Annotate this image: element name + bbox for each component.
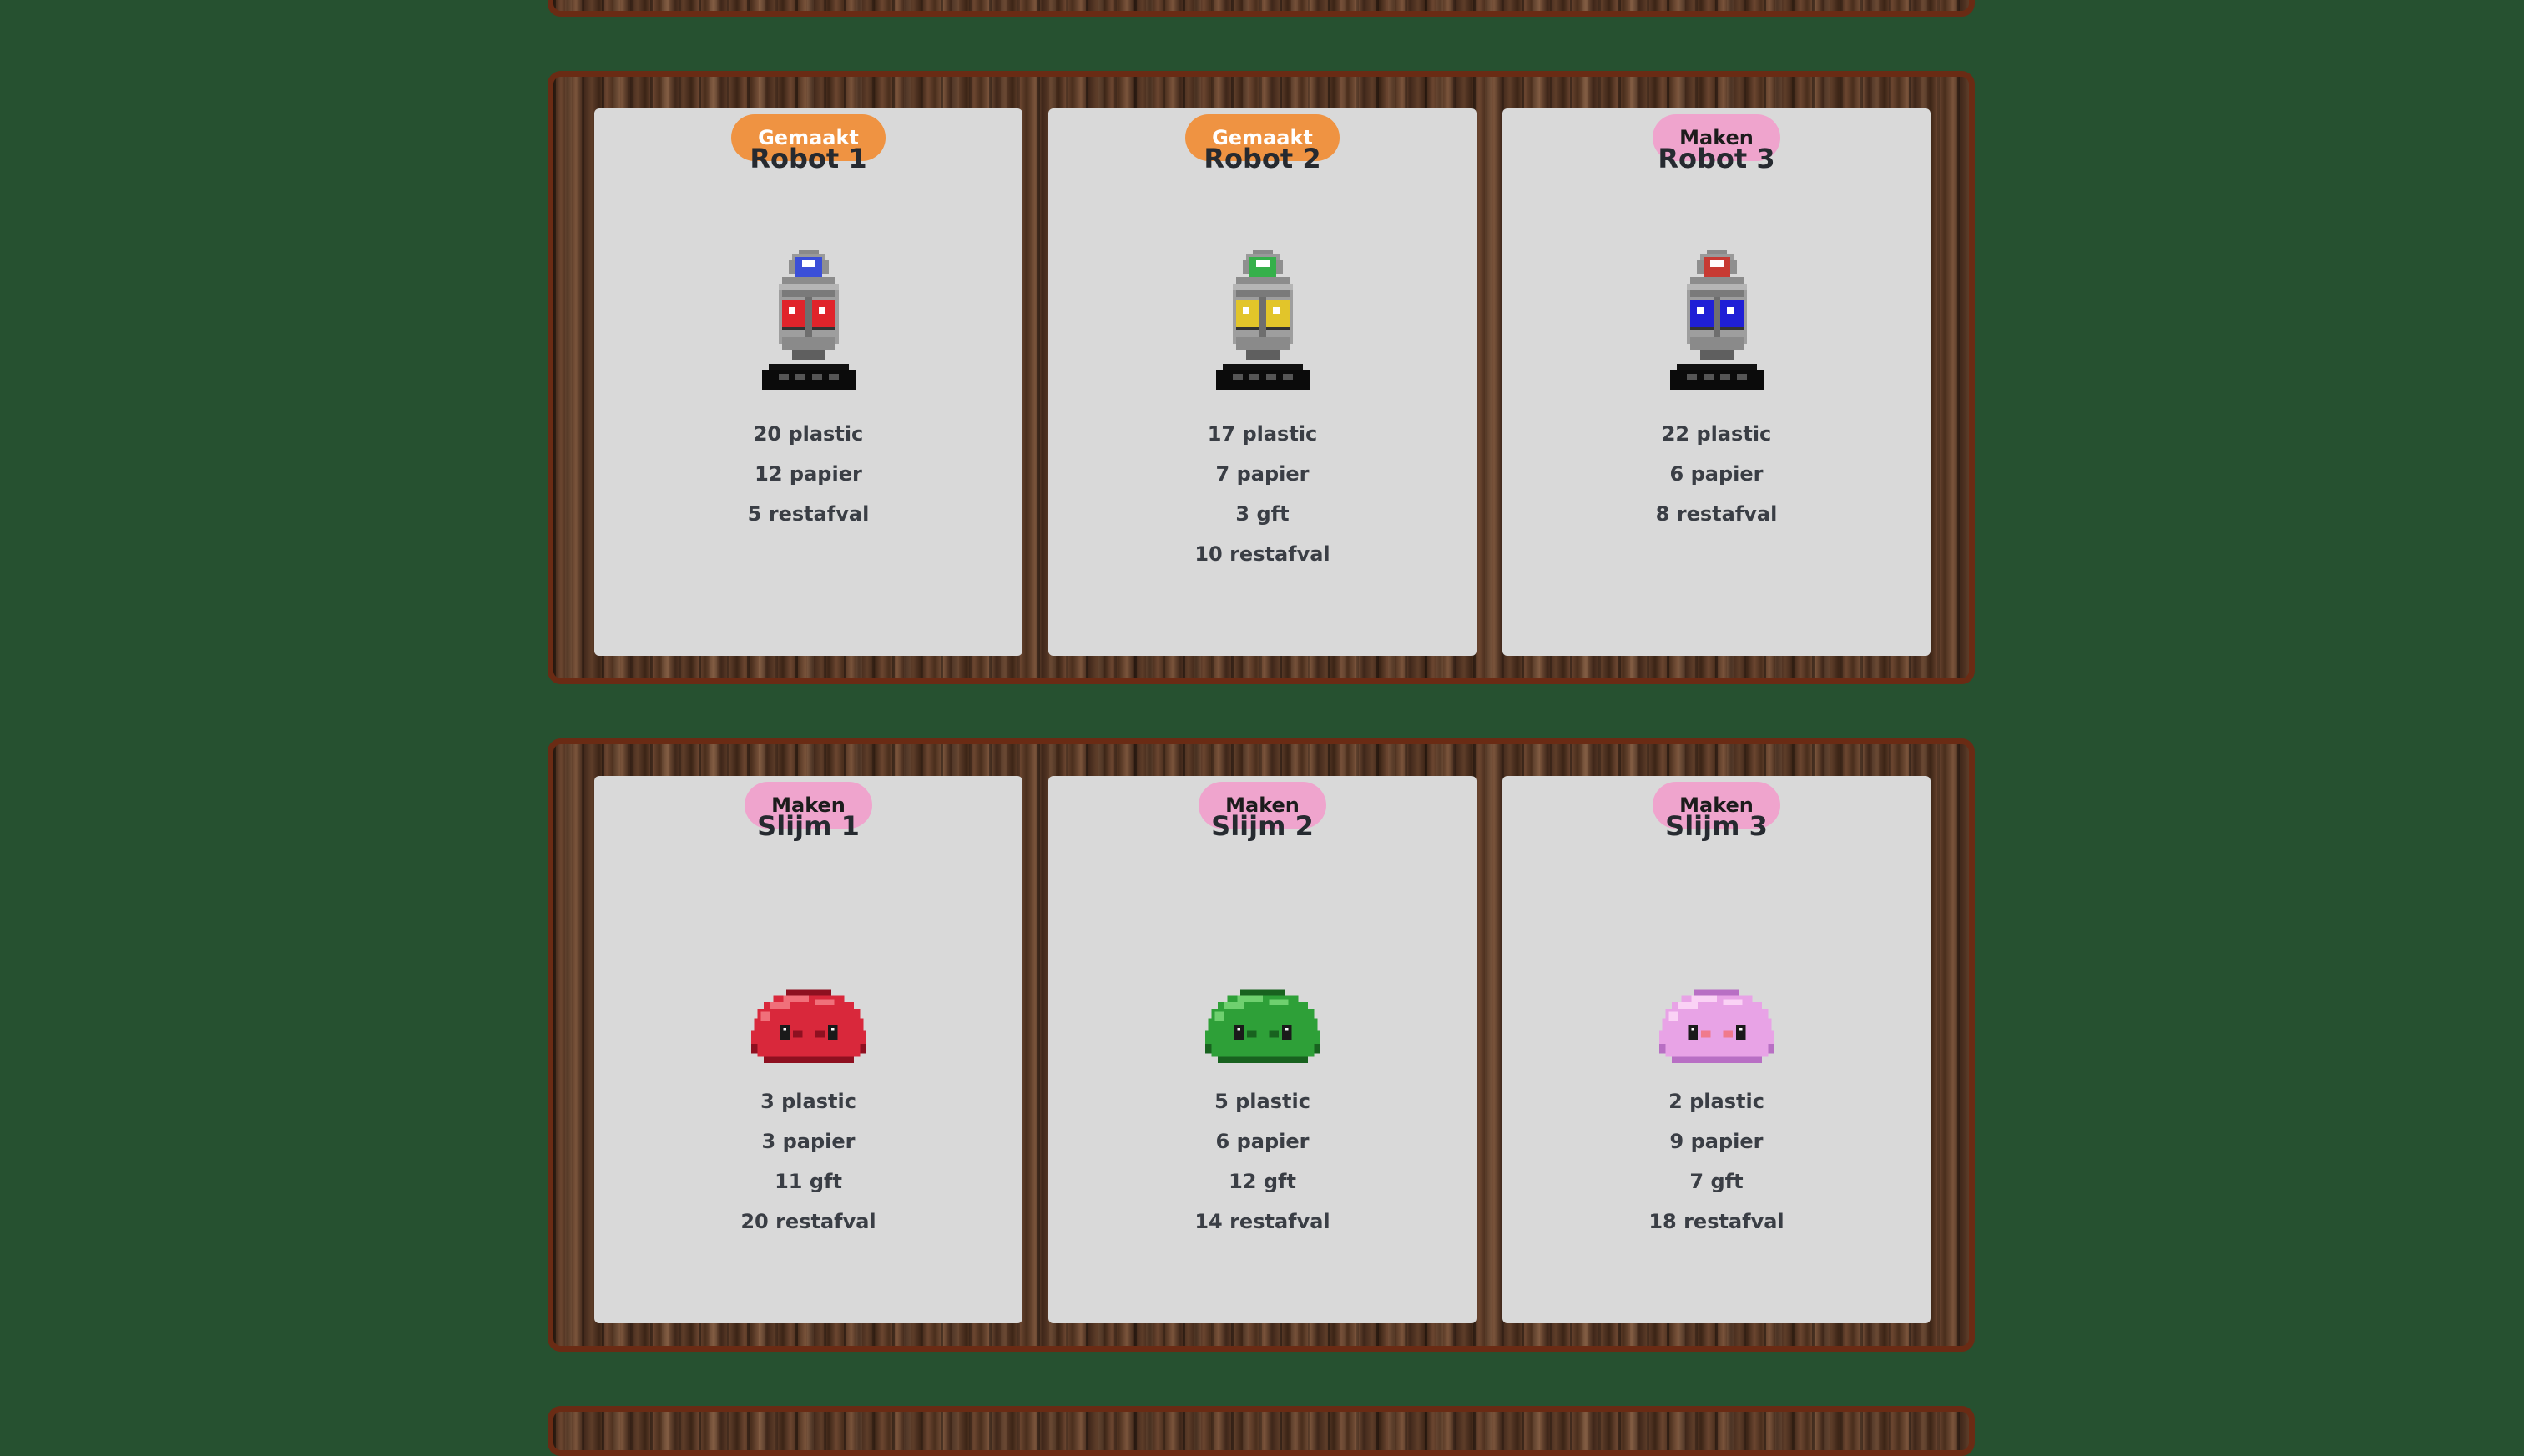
card-title: Slijm 3 bbox=[1665, 810, 1768, 842]
robot-eye-left bbox=[1689, 300, 1714, 330]
slime-eye-right bbox=[827, 1025, 838, 1041]
shelf-robots: Robot 1 20 plastic 12 papier 5 restafval… bbox=[548, 71, 1975, 684]
item-card-slime-1: Slijm 1 3 plastic 3 papier 11 gft 20 res… bbox=[594, 776, 1022, 1323]
material-line: 12 gft bbox=[1229, 1170, 1296, 1193]
robot-eye-right bbox=[1265, 300, 1290, 330]
shelf-partial-bottom bbox=[548, 1406, 1975, 1456]
card-title: Slijm 1 bbox=[757, 810, 860, 842]
robot-eye-right bbox=[1719, 300, 1744, 330]
material-line: 7 papier bbox=[1215, 462, 1310, 486]
slime-icon bbox=[1658, 989, 1774, 1064]
slime-icon bbox=[1204, 989, 1320, 1064]
material-line: 7 gft bbox=[1689, 1170, 1744, 1193]
material-line: 20 restafval bbox=[740, 1210, 876, 1233]
material-line: 6 papier bbox=[1215, 1130, 1310, 1153]
material-line: 9 papier bbox=[1669, 1130, 1764, 1153]
material-line: 8 restafval bbox=[1655, 502, 1778, 526]
material-line: 18 restafval bbox=[1648, 1210, 1784, 1233]
material-line: 22 plastic bbox=[1661, 422, 1772, 446]
item-card-robot-2: Robot 2 17 plastic 7 papier 3 gft 10 res… bbox=[1048, 108, 1477, 656]
card-title: Robot 3 bbox=[1658, 143, 1775, 174]
slime-eye-left bbox=[1233, 1025, 1244, 1041]
item-card-slime-2: Slijm 2 5 plastic 6 papier 12 gft 14 res… bbox=[1048, 776, 1477, 1323]
material-line: 14 restafval bbox=[1194, 1210, 1330, 1233]
materials-list: 20 plastic 12 papier 5 restafval bbox=[594, 414, 1022, 534]
materials-list: 22 plastic 6 papier 8 restafval bbox=[1502, 414, 1931, 534]
card-title: Robot 1 bbox=[750, 143, 867, 174]
robot-eye-left bbox=[1235, 300, 1259, 330]
card-title: Slijm 2 bbox=[1211, 810, 1314, 842]
material-line: 6 papier bbox=[1669, 462, 1764, 486]
shelf-partial-top bbox=[548, 0, 1975, 17]
slime-icon bbox=[750, 989, 866, 1064]
materials-list: 2 plastic 9 papier 7 gft 18 restafval bbox=[1502, 1081, 1931, 1242]
material-line: 3 papier bbox=[761, 1130, 856, 1153]
robot-eye-left bbox=[781, 300, 805, 330]
robot-icon bbox=[1215, 250, 1310, 390]
material-line: 12 papier bbox=[755, 462, 862, 486]
material-line: 3 gft bbox=[1235, 502, 1290, 526]
material-line: 20 plastic bbox=[753, 422, 864, 446]
material-line: 2 plastic bbox=[1668, 1090, 1764, 1113]
materials-list: 17 plastic 7 papier 3 gft 10 restafval bbox=[1048, 414, 1477, 574]
material-line: 5 plastic bbox=[1214, 1090, 1310, 1113]
material-line: 17 plastic bbox=[1207, 422, 1318, 446]
material-line: 11 gft bbox=[775, 1170, 842, 1193]
robot-icon bbox=[1669, 250, 1764, 390]
item-card-slime-3: Slijm 3 2 plastic 9 papier 7 gft 18 rest… bbox=[1502, 776, 1931, 1323]
material-line: 10 restafval bbox=[1194, 542, 1330, 566]
materials-list: 3 plastic 3 papier 11 gft 20 restafval bbox=[594, 1081, 1022, 1242]
robot-eye-right bbox=[811, 300, 835, 330]
slime-eye-right bbox=[1281, 1025, 1292, 1041]
material-line: 3 plastic bbox=[760, 1090, 856, 1113]
item-card-robot-3: Robot 3 22 plastic 6 papier 8 restafval … bbox=[1502, 108, 1931, 656]
materials-list: 5 plastic 6 papier 12 gft 14 restafval bbox=[1048, 1081, 1477, 1242]
slime-eye-right bbox=[1735, 1025, 1746, 1041]
item-card-robot-1: Robot 1 20 plastic 12 papier 5 restafval… bbox=[594, 108, 1022, 656]
robot-icon bbox=[761, 250, 856, 390]
shelf-slimes: Slijm 1 3 plastic 3 papier 11 gft 20 res… bbox=[548, 738, 1975, 1352]
slime-eye-left bbox=[779, 1025, 790, 1041]
slime-eye-left bbox=[1687, 1025, 1698, 1041]
card-title: Robot 2 bbox=[1204, 143, 1321, 174]
material-line: 5 restafval bbox=[747, 502, 870, 526]
